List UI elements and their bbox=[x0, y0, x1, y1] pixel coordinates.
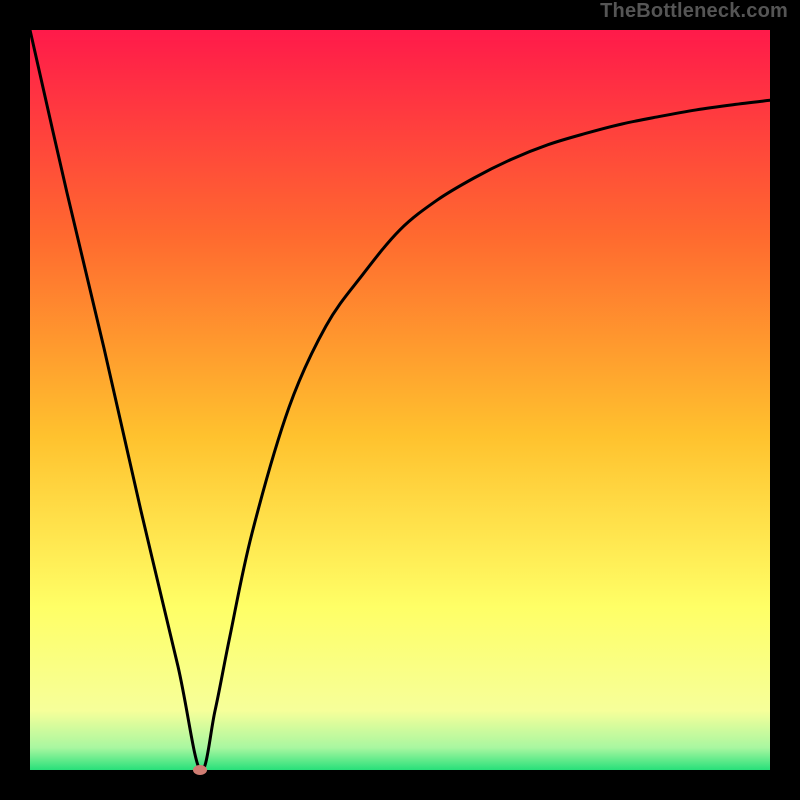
plot-area bbox=[30, 30, 770, 770]
marker-point bbox=[193, 765, 207, 775]
attribution-text: TheBottleneck.com bbox=[600, 0, 788, 23]
gradient-background bbox=[30, 30, 770, 770]
chart-frame: TheBottleneck.com bbox=[0, 0, 800, 800]
chart-svg bbox=[30, 30, 770, 770]
